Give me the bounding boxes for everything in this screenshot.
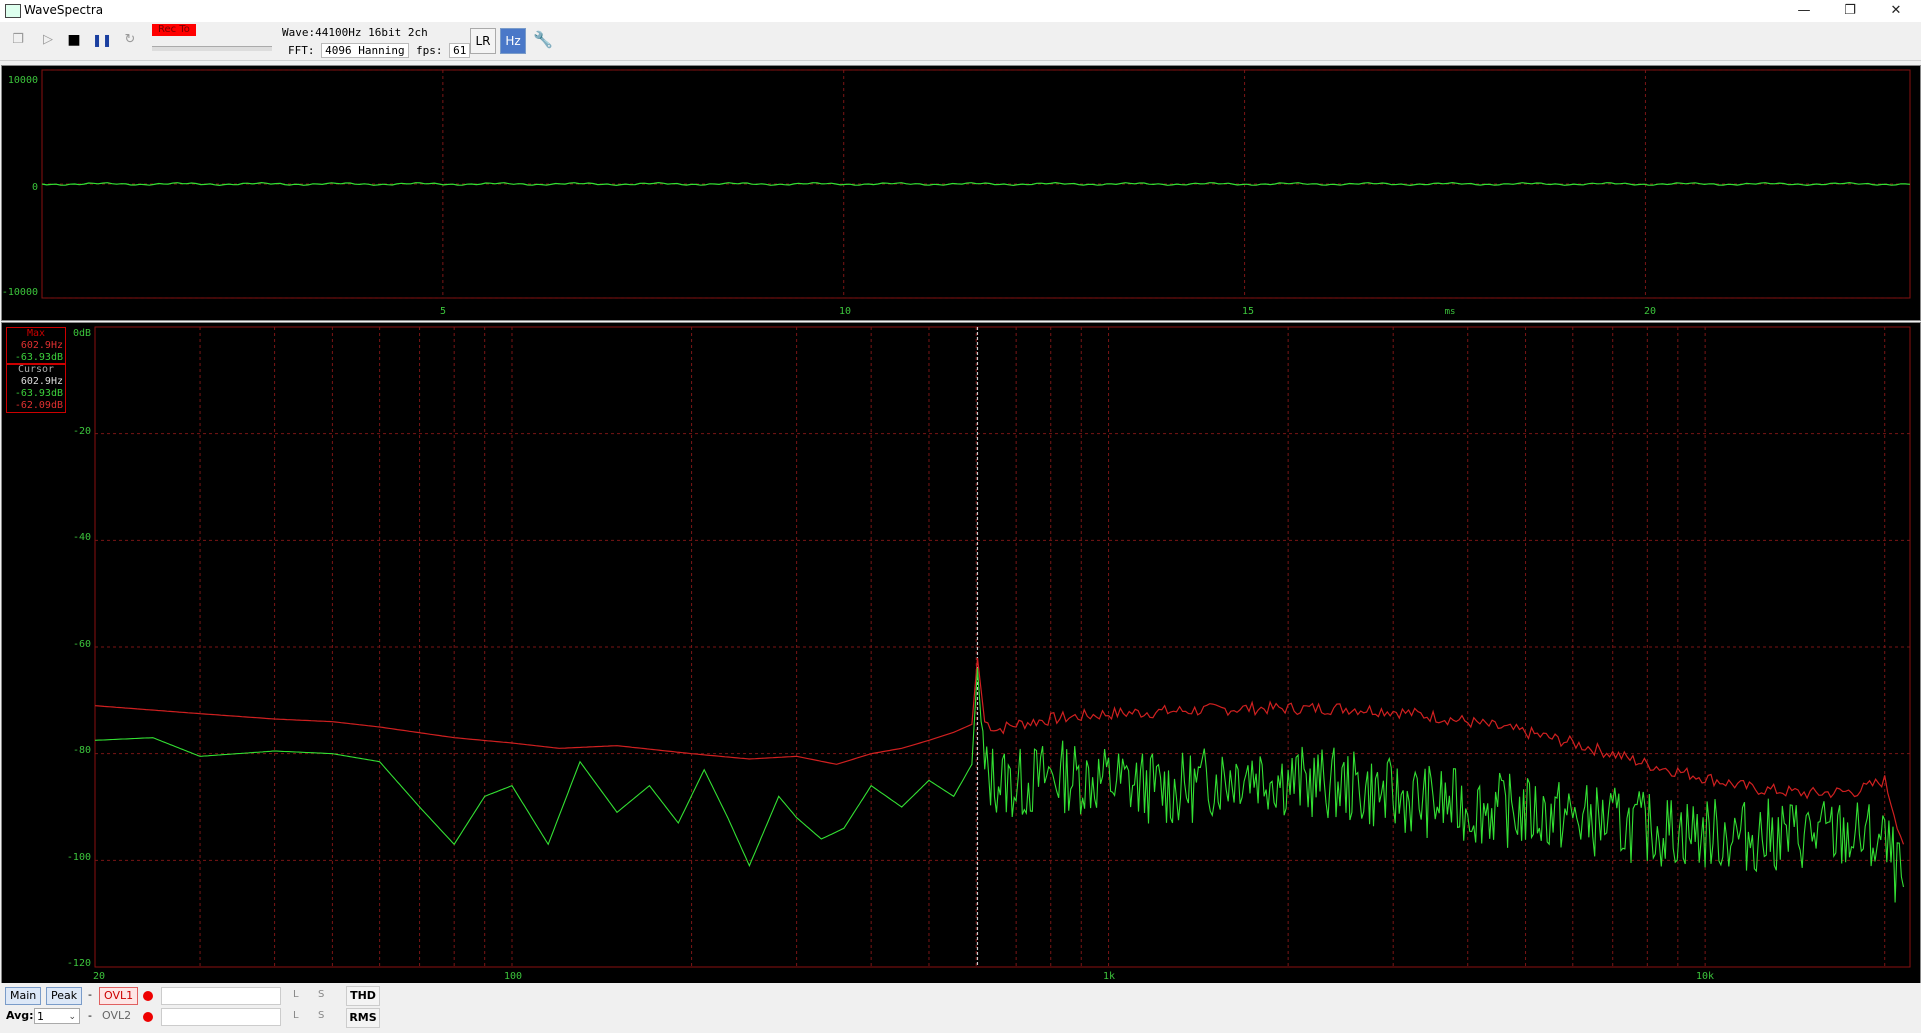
ovl2-s-label[interactable]: S [318,1008,324,1024]
main-button[interactable]: Main [5,987,42,1005]
title-bar: WaveSpectra — ❐ ✕ [0,0,1921,22]
ovl2-record-icon[interactable] [143,1012,153,1022]
cursor-level-1: -63.93dB [14,388,63,399]
wave-y-tick: 10000 [8,75,38,86]
max-freq: 602.9Hz [20,340,63,351]
ovl1-s-label[interactable]: S [318,987,324,1003]
cursor-level-2: -62.09dB [14,400,63,411]
wave-value: 44100Hz 16bit 2ch [315,26,428,39]
wave-y-tick: -10000 [2,287,38,298]
thd-button[interactable]: THD [346,986,380,1006]
waveform-panel[interactable]: 10000 0 -10000 5 10 15 ms 20 [1,65,1921,321]
spec-y-tick: 0dB [73,328,91,339]
spec-y-tick: -80 [73,745,91,756]
max-legend-title: Max [26,328,46,339]
cursor-freq: 602.9Hz [20,376,63,387]
avg-value: 1 [37,1010,44,1023]
rms-button[interactable]: RMS [346,1008,380,1028]
wrench-icon[interactable]: 🔧 [533,30,553,50]
ovl2-l-label[interactable]: L [293,1008,299,1024]
wave-x-tick: 15 [1242,306,1254,317]
spec-y-tick: -20 [73,426,91,437]
wave-x-tick: 20 [1644,306,1656,317]
spec-x-tick: 100 [504,971,522,982]
refresh-icon[interactable]: ↻ [120,30,140,50]
ovl2-label[interactable]: OVL2 [102,1008,131,1024]
ovl1-field[interactable] [161,987,281,1005]
level-slider[interactable] [152,46,272,51]
rec-to-badge[interactable]: Rec To [152,24,196,36]
spec-y-tick: -60 [73,639,91,650]
window-title: WaveSpectra [24,3,104,17]
toolbar: ❐ ▷ ■ ❚❚ ↻ Rec To Wave:44100Hz 16bit 2ch… [0,22,1921,61]
max-legend: Max 602.9Hz -63.93dB [6,327,66,365]
avg-label: Avg: [6,1009,34,1022]
spec-x-tick: 10k [1696,971,1714,982]
cursor-legend-title: Cursor [17,364,55,375]
chevron-down-icon: ⌄ [68,1012,76,1022]
peak-button[interactable]: Peak [46,987,83,1005]
spec-y-tick: -120 [67,958,91,969]
fps-value: 61 [449,43,471,58]
app-icon [5,4,21,18]
cursor-legend: Cursor 602.9Hz -63.93dB -62.09dB [6,363,66,413]
spec-y-tick: -40 [73,532,91,543]
spectrum-chart: 0dB -20 -40 -60 -80 -100 -120 20 100 1k … [67,326,1911,982]
wave-info: Wave:44100Hz 16bit 2ch [282,26,428,39]
spec-x-tick: 20 [93,971,105,982]
fft-info: FFT: 4096 Hanning [288,43,409,58]
current-trace [94,667,1905,903]
dash-label-2: - [88,1009,92,1022]
spectrum-panel[interactable]: 0dB -20 -40 -60 -80 -100 -120 20 100 1k … [1,322,1921,984]
fps-label: fps: [416,44,443,57]
freq-scale-button[interactable]: Hz [500,28,526,54]
stop-button[interactable]: ■ [64,30,84,50]
close-button[interactable]: ✕ [1873,0,1919,22]
dash-label: - [88,988,92,1001]
ovl1-l-label[interactable]: L [293,987,299,1003]
ovl1-button[interactable]: OVL1 [99,987,139,1005]
copy-icon[interactable]: ❐ [8,30,28,50]
channel-button[interactable]: LR [470,28,496,54]
pause-button[interactable]: ❚❚ [92,30,112,50]
max-trace [94,658,1905,845]
waveform-trace [41,181,1911,187]
fft-value[interactable]: 4096 Hanning [321,43,409,58]
minimize-button[interactable]: — [1781,0,1827,22]
bottom-bar: Main Peak - OVL1 L S THD Avg: 1 ⌄ - OVL2… [0,983,1921,1033]
waveform-chart: 10000 0 -10000 5 10 15 ms 20 [2,69,1911,317]
wave-y-tick: 0 [32,182,38,193]
wave-x-unit: ms [1445,307,1456,317]
avg-select[interactable]: 1 ⌄ [34,1008,80,1024]
wave-label: Wave: [282,26,316,39]
spec-y-tick: -100 [67,852,91,863]
ovl1-record-icon[interactable] [143,991,153,1001]
fft-label: FFT: [288,44,315,57]
wave-x-tick: 5 [440,306,446,317]
wave-x-tick: 10 [839,306,851,317]
play-icon[interactable]: ▷ [38,30,58,50]
fps-info: fps: 61 [416,43,471,58]
spec-x-tick: 1k [1103,971,1115,982]
restore-button[interactable]: ❐ [1827,0,1873,22]
ovl2-field[interactable] [161,1008,281,1026]
